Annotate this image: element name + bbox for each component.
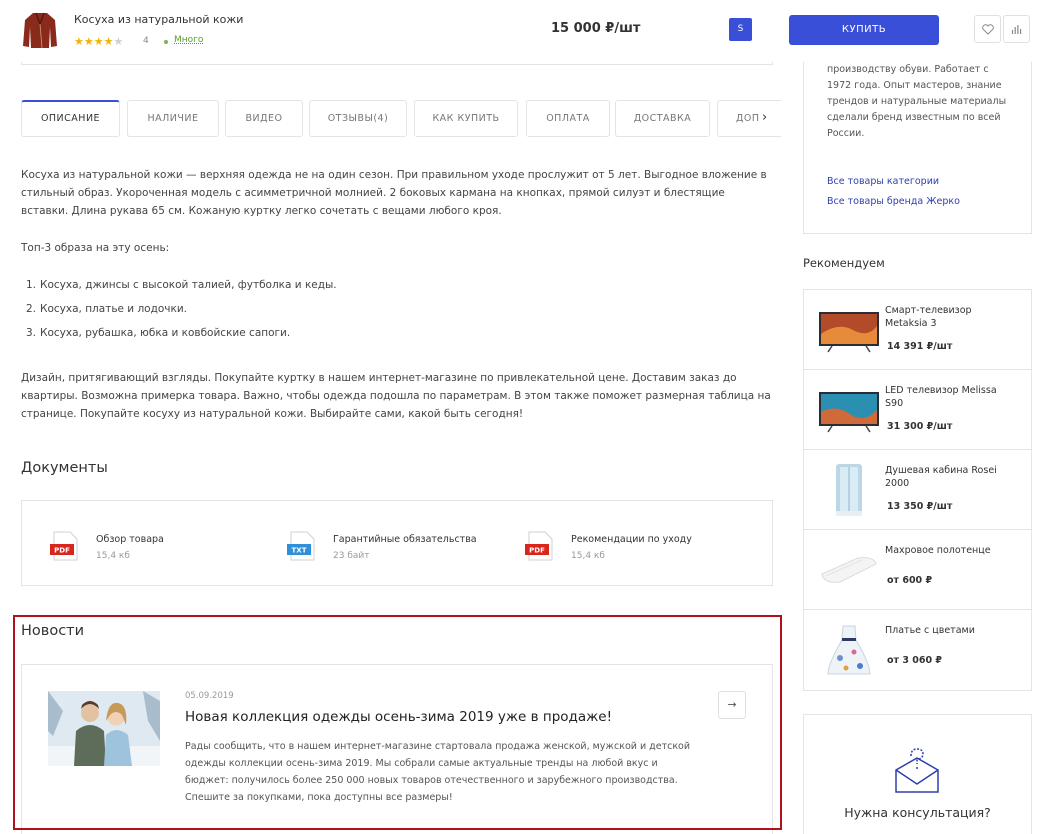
tab-more[interactable]: ДОП — [717, 100, 781, 137]
compare-button[interactable] — [1003, 15, 1030, 43]
description-paragraph-1: Косуха из натуральной кожи — верхняя оде… — [21, 169, 767, 217]
product-tabs: ОПИСАНИЕ НАЛИЧИЕ ВИДЕО ОТЗЫВЫ(4) КАК КУП… — [21, 100, 781, 137]
looks-list: 1. Косуха, джинсы с высокой талией, футбо… — [21, 276, 773, 348]
brand-description: производству обуви. Работает с 1972 года… — [827, 64, 1007, 139]
category-products-link[interactable]: Все товары категории — [827, 176, 939, 187]
buy-button[interactable]: КУПИТЬ — [789, 15, 939, 45]
recommended-item[interactable]: LED телевизор Melissa S90 31 300 ₽/шт — [804, 370, 1031, 450]
tab-description[interactable]: ОПИСАНИЕ — [21, 100, 120, 137]
tab-how-to-buy[interactable]: КАК КУПИТЬ — [414, 100, 518, 137]
documents-list: PDF Обзор товара 15,4 кб TXT Гарантийные… — [21, 500, 773, 586]
rating-count: 4 — [143, 36, 149, 46]
shower-cabin-icon — [836, 464, 862, 516]
recommended-price: от 3 060 ₽ — [887, 655, 943, 666]
tab-availability[interactable]: НАЛИЧИЕ — [127, 100, 219, 137]
document-name[interactable]: Обзор товара — [96, 534, 164, 545]
consultation-title: Нужна консультация? — [844, 805, 991, 820]
list-item: 1. Косуха, джинсы с высокой талией, футбо… — [26, 279, 337, 291]
list-item: 2. Косуха, платье и лодочки. — [26, 303, 187, 315]
documents-heading: Документы — [21, 460, 108, 476]
recommended-item[interactable]: Душевая кабина Rosei 2000 13 350 ₽/шт — [804, 450, 1031, 530]
stock-indicator-dot — [164, 40, 168, 44]
recommended-name[interactable]: Махровое полотенце — [885, 544, 1015, 557]
favorite-button[interactable] — [974, 15, 1001, 43]
product-price: 15 000 ₽/шт — [551, 21, 641, 36]
bar-chart-icon — [1011, 25, 1022, 34]
document-name[interactable]: Гарантийные обязательства — [333, 534, 477, 545]
recommended-price: от 600 ₽ — [887, 575, 933, 586]
sticky-product-bar: Косуха из натуральной кожи ★★★★★ 4 Много… — [0, 0, 1046, 62]
size-selector[interactable]: S — [729, 18, 752, 41]
dress-icon — [827, 625, 871, 675]
recommended-list: Смарт-телевизор Metaksia 3 14 391 ₽/шт L… — [803, 289, 1032, 691]
description-paragraph-3: Дизайн, притягивающий взгляды. Покупайте… — [21, 372, 771, 420]
recommended-price: 13 350 ₽/шт — [887, 501, 953, 512]
tv-icon — [819, 312, 879, 353]
recommended-price: 14 391 ₽/шт — [887, 341, 953, 352]
document-name[interactable]: Рекомендации по уходу — [571, 534, 692, 545]
tab-video[interactable]: ВИДЕО — [225, 100, 303, 137]
product-title: Косуха из натуральной кожи — [74, 13, 244, 26]
document-size: 15,4 кб — [96, 551, 130, 561]
recommended-name[interactable]: Душевая кабина Rosei 2000 — [885, 464, 1015, 490]
chevron-right-icon[interactable]: › — [762, 110, 767, 125]
stock-status[interactable]: Много — [174, 35, 203, 45]
tab-delivery[interactable]: ДОСТАВКА — [615, 100, 710, 137]
recommended-item[interactable]: Махровое полотенце от 600 ₽ — [804, 530, 1031, 610]
tv-icon — [819, 392, 879, 433]
svg-text:PDF: PDF — [529, 547, 545, 555]
recommended-item[interactable]: Платье с цветами от 3 060 ₽ — [804, 610, 1031, 690]
document-size: 23 байт — [333, 551, 370, 561]
tab-payment[interactable]: ОПЛАТА — [526, 100, 610, 137]
jacket-thumbnail-icon[interactable] — [22, 10, 58, 50]
recommended-name[interactable]: Смарт-телевизор Metaksia 3 — [885, 304, 1015, 330]
recommended-price: 31 300 ₽/шт — [887, 421, 953, 432]
pdf-file-icon: PDF — [50, 531, 78, 561]
description-paragraph-2: Топ-3 образа на эту осень: — [21, 242, 170, 254]
list-item: 3. Косуха, рубашка, юбка и ковбойские сап… — [26, 327, 291, 339]
svg-text:PDF: PDF — [54, 547, 70, 555]
svg-text:TXT: TXT — [292, 547, 307, 555]
recommended-heading: Рекомендуем — [803, 256, 885, 270]
tab-reviews[interactable]: ОТЗЫВЫ(4) — [309, 100, 407, 137]
heart-icon — [981, 23, 994, 35]
recommended-name[interactable]: Платье с цветами — [885, 624, 1015, 637]
mail-question-icon — [895, 748, 939, 793]
document-size: 15,4 кб — [571, 551, 605, 561]
highlighted-news-section — [13, 615, 782, 830]
txt-file-icon: TXT — [287, 531, 315, 561]
towel-icon — [821, 557, 877, 583]
pdf-file-icon: PDF — [525, 531, 553, 561]
recommended-item[interactable]: Смарт-телевизор Metaksia 3 14 391 ₽/шт — [804, 290, 1031, 370]
rating-stars[interactable]: ★★★★★ — [74, 35, 123, 48]
recommended-name[interactable]: LED телевизор Melissa S90 — [885, 384, 1015, 410]
brand-products-link[interactable]: Все товары бренда Жерко — [827, 196, 960, 207]
